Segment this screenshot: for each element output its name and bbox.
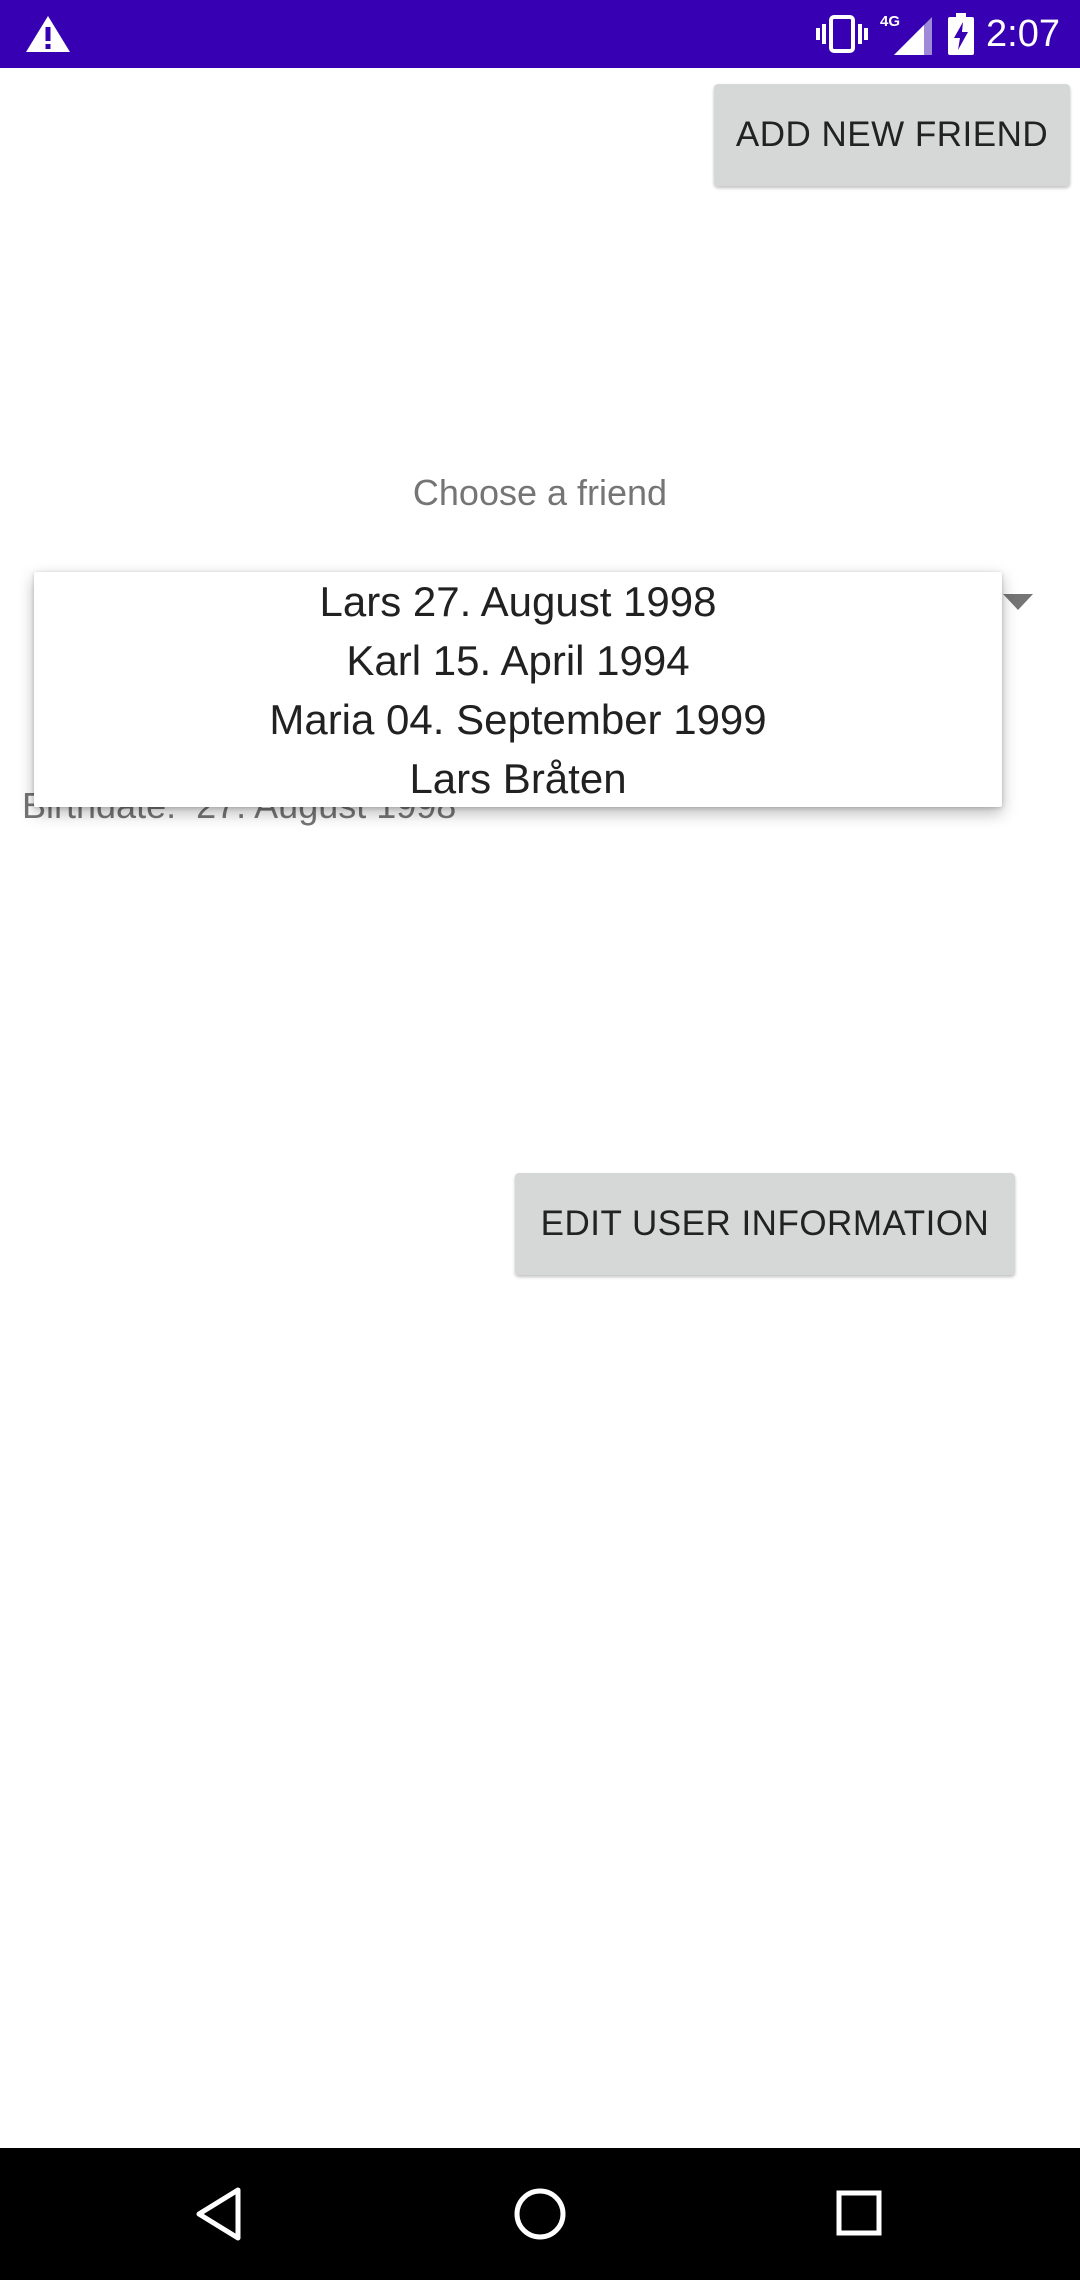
add-new-friend-button[interactable]: ADD NEW FRIEND <box>714 84 1070 186</box>
dropdown-arrow-icon[interactable] <box>1003 594 1033 612</box>
battery-charging-icon <box>948 13 975 55</box>
edit-user-information-button[interactable]: EDIT USER INFORMATION <box>515 1173 1015 1275</box>
navigation-bar <box>0 2148 1080 2280</box>
vibrate-icon <box>816 15 869 53</box>
warning-icon <box>26 16 70 52</box>
signal-icon <box>894 17 933 55</box>
status-bar: 4G 2:07 <box>0 0 1080 68</box>
status-time: 2:07 <box>986 12 1060 55</box>
back-icon[interactable] <box>194 2186 244 2242</box>
signal-indicator: 4G <box>880 9 934 59</box>
friend-option[interactable]: Karl 15. April 1994 <box>34 631 1002 690</box>
recents-icon[interactable] <box>836 2190 882 2236</box>
friend-option[interactable]: Maria 04. September 1999 <box>34 690 1002 749</box>
home-icon[interactable] <box>512 2186 568 2242</box>
friend-option[interactable]: Lars 27. August 1998 <box>34 572 1002 631</box>
status-icons: 4G 2:07 <box>816 0 1060 68</box>
add-new-friend-label: ADD NEW FRIEND <box>735 115 1049 154</box>
choose-friend-prompt: Choose a friend <box>412 472 668 513</box>
friend-option[interactable]: Lars Bråten <box>34 749 1002 807</box>
friend-dropdown-list: Lars 27. August 1998 Karl 15. April 1994… <box>34 572 1002 807</box>
edit-user-information-label: EDIT USER INFORMATION <box>540 1204 990 1243</box>
